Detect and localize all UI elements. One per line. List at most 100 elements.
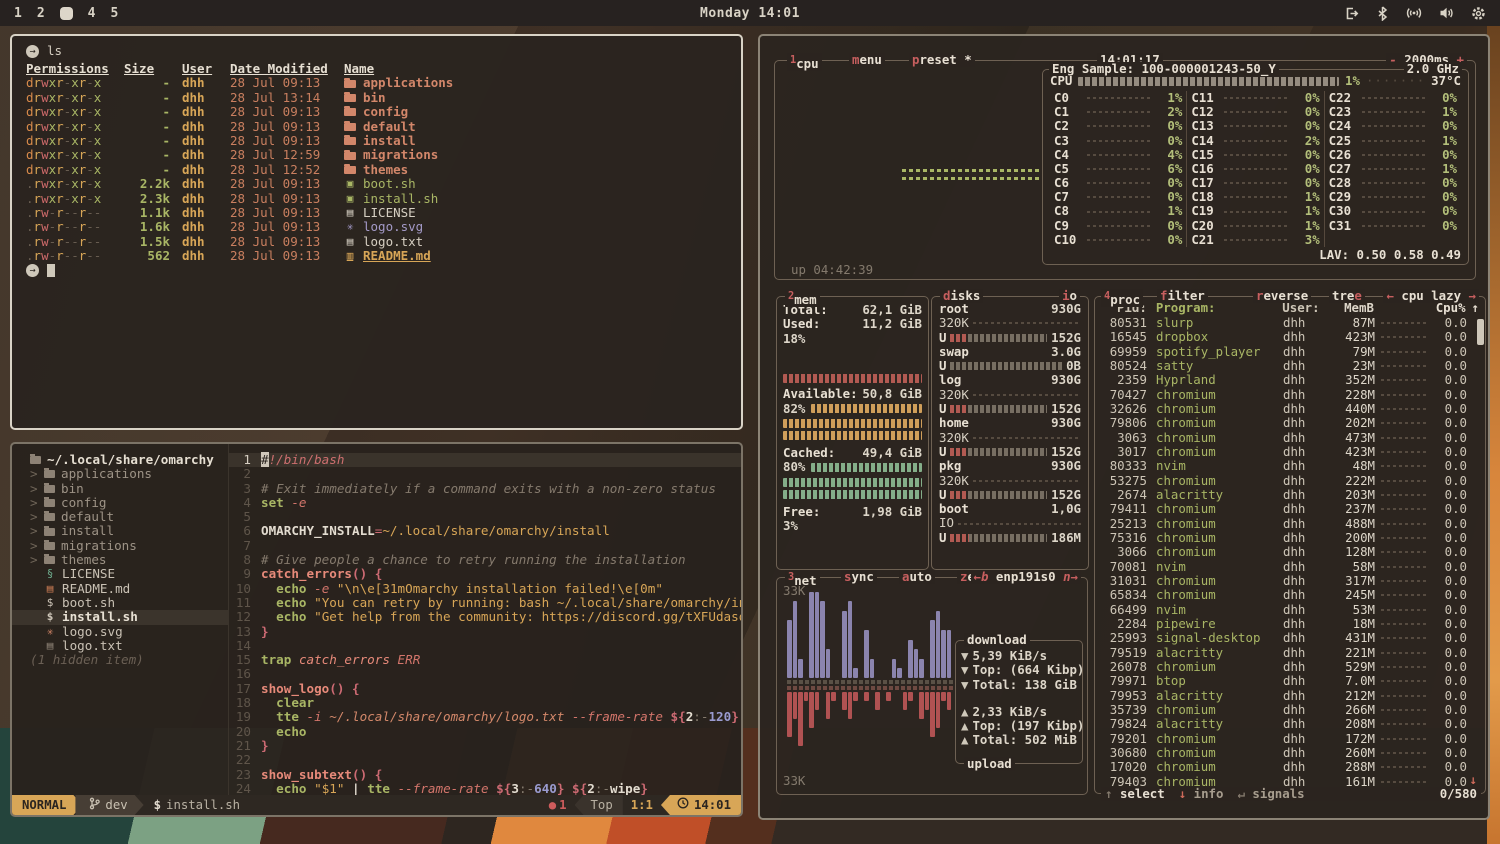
file-row[interactable]: ▣install.sh <box>344 192 741 206</box>
file-row[interactable]: ▣boot.sh <box>344 177 741 191</box>
net-interface[interactable]: ←b enp191s0 n→ <box>971 570 1081 584</box>
next-iface-key[interactable]: n→ <box>1063 569 1078 584</box>
process-row[interactable]: 80524sattydhh23M0.0 <box>1101 359 1479 373</box>
process-row[interactable]: 75316chromiumdhh200M0.0 <box>1101 531 1479 545</box>
volume-icon[interactable] <box>1439 6 1454 20</box>
sort-column-nav[interactable]: ← cpu lazy → <box>1383 289 1479 303</box>
process-row[interactable]: 25993signal-desktopdhh431M0.0 <box>1101 631 1479 645</box>
file-row[interactable]: ▤logo.txt <box>344 235 741 249</box>
workspace-2[interactable]: 2 <box>37 6 45 21</box>
process-row[interactable]: 69959spotify_playerdhh79M0.0 <box>1101 345 1479 359</box>
file-row[interactable]: install <box>344 134 741 148</box>
tree-file-logo.txt[interactable]: ▤logo.txt <box>12 639 228 653</box>
sort-left-arrow[interactable]: ← <box>1386 288 1393 303</box>
process-row[interactable]: 35739chromiumdhh266M0.0 <box>1101 703 1479 717</box>
editor-window[interactable]: ~/.local/share/omarchy>applications>bin>… <box>10 442 743 817</box>
file-row[interactable]: migrations <box>344 148 741 162</box>
logout-icon[interactable] <box>1344 6 1359 21</box>
tree-file-logo.svg[interactable]: ✳logo.svg <box>12 625 228 639</box>
process-row[interactable]: 3063chromiumdhh473M0.0 <box>1101 431 1479 445</box>
gear-icon[interactable] <box>1471 6 1486 21</box>
process-row[interactable]: 79201chromiumdhh172M0.0 <box>1101 732 1479 746</box>
process-row[interactable]: 2284pipewiredhh18M0.0 <box>1101 617 1479 631</box>
file-row[interactable]: config <box>344 105 741 119</box>
sort-right-arrow[interactable]: → <box>1469 288 1476 303</box>
process-row[interactable]: 31031chromiumdhh317M0.0 <box>1101 574 1479 588</box>
tree-dir-applications[interactable]: >applications <box>12 467 228 481</box>
preset-button[interactable]: preset * <box>909 53 975 67</box>
process-row[interactable]: 79824alacrittydhh208M0.0 <box>1101 717 1479 731</box>
process-row[interactable]: 2674alacrittydhh203M0.0 <box>1101 488 1479 502</box>
file-row[interactable]: themes <box>344 163 741 177</box>
tab-disks[interactable]: disks <box>940 289 983 303</box>
tree-dir-config[interactable]: >config <box>12 496 228 510</box>
menu-button[interactable]: menu <box>849 53 885 67</box>
process-row[interactable]: 80531slurpdhh87M0.0 <box>1101 316 1479 330</box>
proc-meter <box>1375 394 1427 396</box>
process-row[interactable]: 80333nvimdhh48M0.0 <box>1101 459 1479 473</box>
tree-file-boot.sh[interactable]: $boot.sh <box>12 596 228 610</box>
workspace-1[interactable]: 1 <box>14 6 22 21</box>
scrollbar-thumb[interactable] <box>1477 319 1484 345</box>
tab-cpu[interactable]: 1cpu <box>787 53 822 71</box>
tree-dir-migrations[interactable]: >migrations <box>12 539 228 553</box>
file-row[interactable]: ▤LICENSE <box>344 206 741 220</box>
process-row[interactable]: 70427chromiumdhh228M0.0 <box>1101 388 1479 402</box>
process-row[interactable]: 25213chromiumdhh488M0.0 <box>1101 517 1479 531</box>
file-row[interactable]: ▥README.md <box>344 249 741 263</box>
sync-button[interactable]: sync <box>841 570 877 584</box>
tab-proc[interactable]: 4proc <box>1101 289 1143 307</box>
process-row[interactable]: 17020chromiumdhh288M0.0 <box>1101 760 1479 774</box>
process-row[interactable]: 53275chromiumdhh222M0.0 <box>1101 474 1479 488</box>
tree-file-LICENSE[interactable]: §LICENSE <box>12 567 228 581</box>
tab-io[interactable]: io <box>1059 289 1080 303</box>
chevron-right-icon: > <box>30 482 38 496</box>
workspace-active[interactable] <box>60 7 73 20</box>
process-row[interactable]: 79953alacrittydhh212M0.0 <box>1101 689 1479 703</box>
refresh-minus[interactable]: - <box>1389 52 1396 67</box>
process-row[interactable]: 79971btopdhh7.0M0.0 <box>1101 674 1479 688</box>
process-row[interactable]: 79806chromiumdhh202M0.0 <box>1101 416 1479 430</box>
tree-dir-bin[interactable]: >bin <box>12 482 228 496</box>
network-broadcast-icon[interactable] <box>1406 6 1422 20</box>
terminal-window[interactable]: → ls PermissionsSizeUserDate ModifiedNam… <box>10 34 743 430</box>
process-row[interactable]: 3017chromiumdhh423M0.0 <box>1101 445 1479 459</box>
process-row[interactable]: 66499nvimdhh53M0.0 <box>1101 603 1479 617</box>
process-row[interactable]: 32626chromiumdhh440M0.0 <box>1101 402 1479 416</box>
file-row[interactable]: applications <box>344 76 741 90</box>
filter-button[interactable]: filter <box>1157 289 1208 303</box>
bluetooth-icon[interactable] <box>1376 6 1389 21</box>
process-row[interactable]: 65834chromiumdhh245M0.0 <box>1101 588 1479 602</box>
tree-dir-themes[interactable]: >themes <box>12 553 228 567</box>
tab-mem[interactable]: 2mem <box>785 289 820 307</box>
process-row[interactable]: 79411chromiumdhh237M0.0 <box>1101 502 1479 516</box>
workspace-5[interactable]: 5 <box>110 6 118 21</box>
select-hint[interactable]: ↑ select <box>1105 787 1165 801</box>
tree-dir-install[interactable]: >install <box>12 524 228 538</box>
auto-button[interactable]: auto <box>899 570 935 584</box>
tree-file-install.sh[interactable]: $install.sh <box>12 610 228 624</box>
file-row[interactable]: default <box>344 120 741 134</box>
process-row[interactable]: 26078chromiumdhh529M0.0 <box>1101 660 1479 674</box>
tree-button[interactable]: tree <box>1329 289 1365 303</box>
process-row[interactable]: 79519alacrittydhh221M0.0 <box>1101 646 1479 660</box>
process-row[interactable]: 70081nvimdhh58M0.0 <box>1101 560 1479 574</box>
code-pane[interactable]: 1#!/bin/bash23# Exit immediately if a co… <box>228 444 741 795</box>
tree-dir-default[interactable]: >default <box>12 510 228 524</box>
process-row[interactable]: 30680chromiumdhh260M0.0 <box>1101 746 1479 760</box>
workspace-4[interactable]: 4 <box>88 6 96 21</box>
btop-window[interactable]: 1cpu menu preset * 14:01:17 - 2000ms + E… <box>758 34 1490 820</box>
tree-file-README.md[interactable]: ▤README.md <box>12 582 228 596</box>
reverse-button[interactable]: reverse <box>1253 289 1311 303</box>
process-row[interactable]: 2359Hyprlanddhh352M0.0 <box>1101 373 1479 387</box>
prev-iface-key[interactable]: ←b <box>974 569 989 584</box>
core-row: C160% <box>1191 162 1319 176</box>
ul-bar <box>908 692 913 701</box>
info-hint[interactable]: ↓ info <box>1179 787 1224 801</box>
file-row[interactable]: bin <box>344 91 741 105</box>
signals-hint[interactable]: ↵ signals <box>1237 787 1304 801</box>
tree-root[interactable]: ~/.local/share/omarchy <box>12 453 228 467</box>
file-row[interactable]: ✳logo.svg <box>344 220 741 234</box>
process-row[interactable]: 3066chromiumdhh128M0.0 <box>1101 545 1479 559</box>
process-row[interactable]: 16545dropboxdhh423M0.0 <box>1101 330 1479 344</box>
